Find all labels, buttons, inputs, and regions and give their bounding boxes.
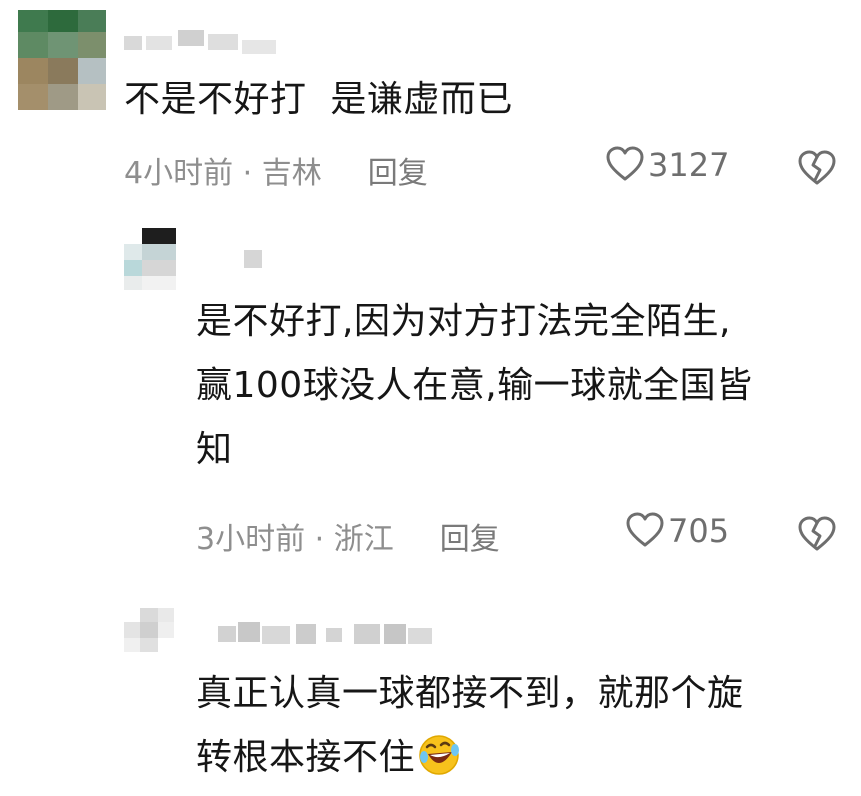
reply-button[interactable]: 回复 xyxy=(368,156,428,191)
comment-line: 赢100球没人在意,输一球就全国皆 xyxy=(196,365,753,406)
username[interactable] xyxy=(124,30,276,56)
comment-line: 转根本接不住 xyxy=(196,730,846,794)
avatar[interactable] xyxy=(18,10,106,110)
comment-location: 浙江 xyxy=(333,522,394,557)
broken-heart-icon xyxy=(798,516,836,551)
like-count: 705 xyxy=(668,512,730,550)
heart-outline-icon xyxy=(606,146,644,181)
comment-location: 吉林 xyxy=(261,156,322,191)
comment-line: 是不好打,因为对方打法完全陌生, xyxy=(196,301,731,342)
comment-time: 3小时前 xyxy=(196,522,306,557)
heart-outline-icon xyxy=(626,512,664,547)
comment-1: 不是不好打 是谦虚而已 4小时前 · 吉林 回复 3127 xyxy=(0,0,861,210)
like-button[interactable]: 3127 xyxy=(606,146,729,184)
meta-separator: · xyxy=(233,156,262,191)
like-count: 3127 xyxy=(648,146,730,184)
rofl-emoji-icon xyxy=(417,733,461,794)
avatar[interactable] xyxy=(124,228,176,290)
comment-line-text: 转根本接不住 xyxy=(196,737,416,778)
comment-line: 知 xyxy=(196,429,233,470)
comment-line: 真正认真一球都接不到，就那个旋 xyxy=(196,673,744,714)
like-button[interactable]: 705 xyxy=(626,512,729,550)
broken-heart-icon xyxy=(798,150,836,185)
comment-text: 是不好打,因为对方打法完全陌生, 赢100球没人在意,输一球就全国皆 知 xyxy=(196,294,846,478)
username[interactable] xyxy=(244,250,264,270)
avatar[interactable] xyxy=(124,608,174,664)
comment-time: 4小时前 xyxy=(124,156,234,191)
reply-button[interactable]: 回复 xyxy=(440,522,500,557)
dislike-button[interactable] xyxy=(798,516,836,556)
dislike-button[interactable] xyxy=(798,150,836,190)
comment-3: 真正认真一球都接不到，就那个旋 转根本接不住 xyxy=(0,600,861,796)
comment-2: 是不好打,因为对方打法完全陌生, 赢100球没人在意,输一球就全国皆 知 3小时… xyxy=(0,210,861,580)
comment-text: 真正认真一球都接不到，就那个旋 转根本接不住 xyxy=(196,666,846,794)
comment-text: 不是不好打 是谦虚而已 xyxy=(124,72,824,128)
username[interactable] xyxy=(218,622,432,648)
meta-separator: · xyxy=(305,522,334,557)
comment-meta: 3小时前 · 浙江 回复 xyxy=(196,514,500,558)
comment-line: 不是不好打 是谦虚而已 xyxy=(124,79,513,120)
comment-meta: 4小时前 · 吉林 回复 xyxy=(124,148,428,192)
